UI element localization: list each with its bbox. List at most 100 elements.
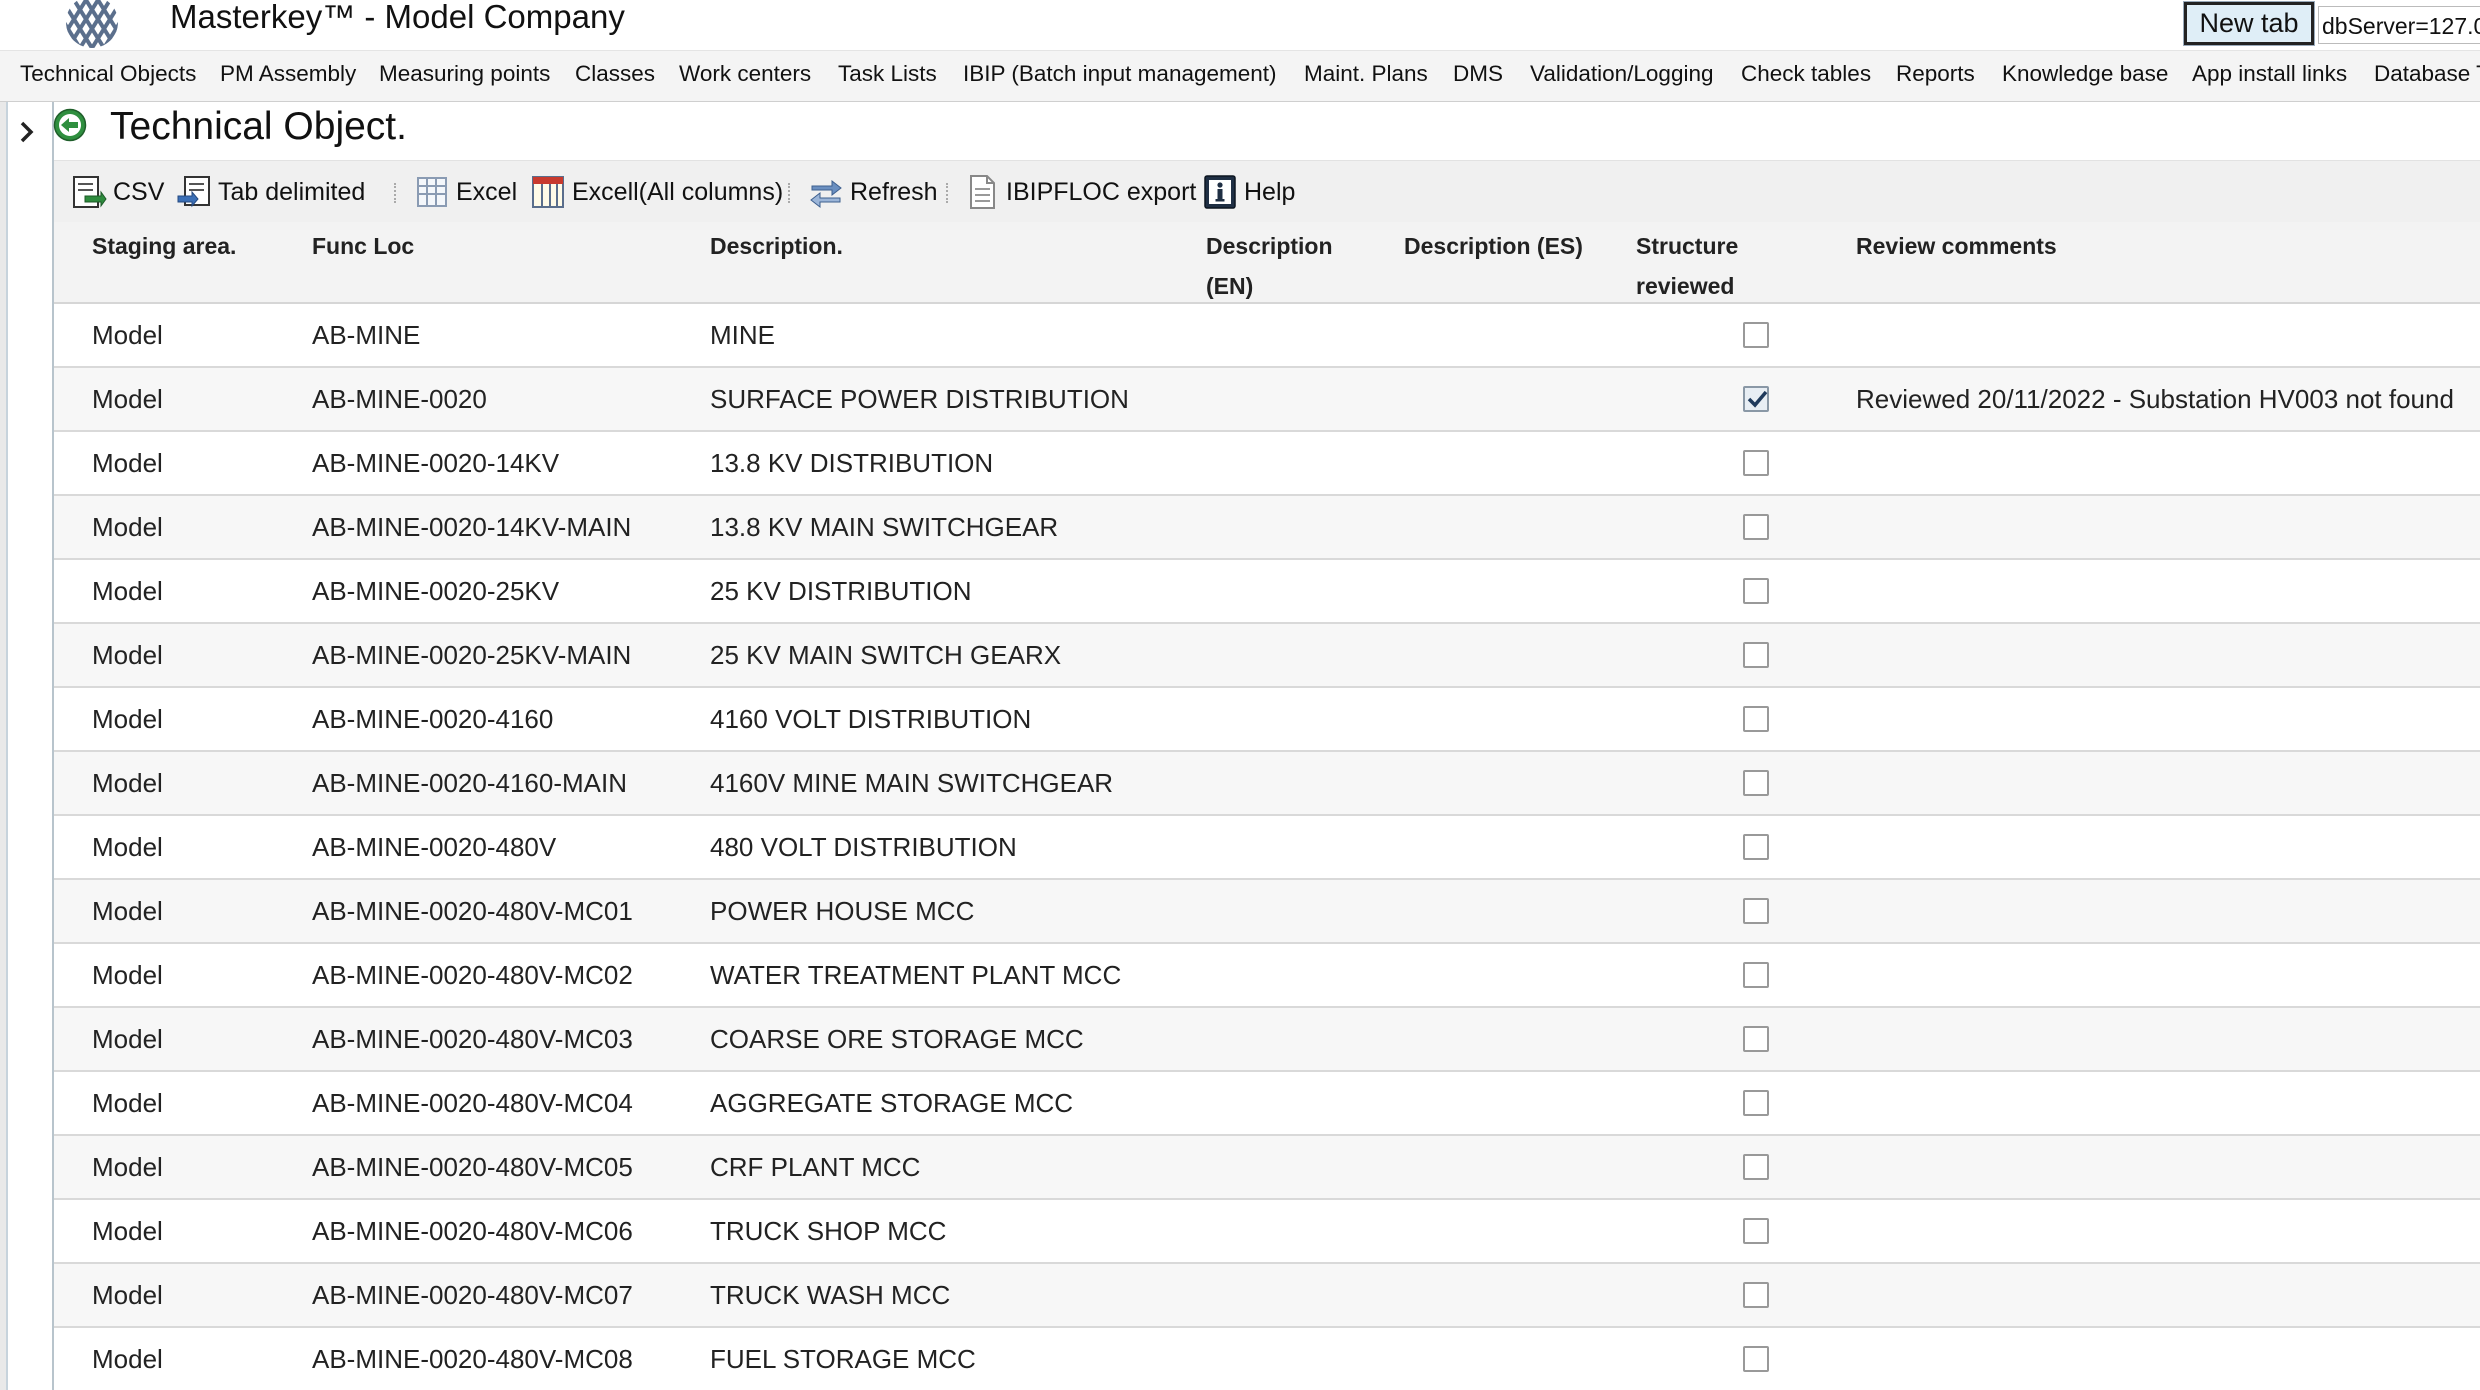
expand-sidebar-chevron-icon[interactable]	[12, 110, 42, 154]
cell-description: 25 KV DISTRIBUTION	[710, 576, 972, 606]
excel-export-button[interactable]: Excel	[414, 171, 517, 213]
menu-classes[interactable]: Classes	[575, 51, 655, 101]
cell-description: TRUCK WASH MCC	[710, 1280, 951, 1310]
table-row[interactable]: Model AB-MINE-0020-480V-MC05 CRF PLANT MCC	[54, 1136, 2480, 1200]
page-title: Technical Object.	[110, 105, 407, 148]
structure-reviewed-checkbox[interactable]	[1743, 1282, 1769, 1308]
menu-measuring-points[interactable]: Measuring points	[379, 51, 550, 101]
table-row[interactable]: Model AB-MINE-0020-480V-MC03 COARSE ORE ST…	[54, 1008, 2480, 1072]
structure-reviewed-checkbox[interactable]	[1743, 386, 1769, 412]
cell-func-loc: AB-MINE-0020-480V-MC04	[312, 1088, 633, 1118]
col-header-description-en[interactable]: Description (EN)	[1206, 226, 1333, 306]
table-row[interactable]: Model AB-MINE-0020-14KV 13.8 KV DISTRIBUTI…	[54, 432, 2480, 496]
col-header-func-loc[interactable]: Func Loc	[312, 226, 414, 266]
menu-reports[interactable]: Reports	[1896, 51, 1975, 101]
menu-dms[interactable]: DMS	[1453, 51, 1503, 101]
cell-staging-area: Model	[92, 448, 163, 478]
cell-description: 4160V MINE MAIN SWITCHGEAR	[710, 768, 1114, 798]
structure-reviewed-checkbox[interactable]	[1743, 322, 1769, 348]
table-row[interactable]: Model AB-MINE-0020-480V 480 VOLT DISTRIBUT…	[54, 816, 2480, 880]
menu-knowledge-base[interactable]: Knowledge base	[2002, 51, 2168, 101]
structure-reviewed-checkbox[interactable]	[1743, 1090, 1769, 1116]
menu-database[interactable]: Database T	[2374, 51, 2480, 101]
cell-staging-area: Model	[92, 320, 163, 350]
structure-reviewed-checkbox[interactable]	[1743, 1218, 1769, 1244]
col-header-staging-area[interactable]: Staging area.	[92, 226, 236, 266]
menu-maint-plans[interactable]: Maint. Plans	[1304, 51, 1428, 101]
table-body: Model AB-MINE MINE Model AB-MINE-0020 SURFACE…	[54, 304, 2480, 1390]
structure-reviewed-checkbox[interactable]	[1743, 962, 1769, 988]
menu-pm-assembly[interactable]: PM Assembly	[220, 51, 356, 101]
structure-reviewed-checkbox[interactable]	[1743, 514, 1769, 540]
structure-reviewed-checkbox[interactable]	[1743, 642, 1769, 668]
table-row[interactable]: Model AB-MINE-0020-480V-MC08 FUEL STORAGE …	[54, 1328, 2480, 1390]
cell-func-loc: AB-MINE-0020-14KV-MAIN	[312, 512, 632, 542]
menu-validation-logging[interactable]: Validation/Logging	[1530, 51, 1713, 101]
table-row[interactable]: Model AB-MINE-0020-14KV-MAIN 13.8 KV MAIN …	[54, 496, 2480, 560]
structure-reviewed-checkbox[interactable]	[1743, 898, 1769, 924]
cell-staging-area: Model	[92, 640, 163, 670]
table-row[interactable]: Model AB-MINE-0020-4160 4160 VOLT DISTRIBU…	[54, 688, 2480, 752]
cell-func-loc: AB-MINE	[312, 320, 421, 350]
ibipfloc-export-button[interactable]: IBIPFLOC export	[964, 171, 1196, 213]
excel-all-columns-button[interactable]: Excell(All columns)	[530, 171, 783, 213]
checkmark-icon	[1747, 390, 1768, 408]
structure-reviewed-checkbox[interactable]	[1743, 706, 1769, 732]
toolbar-separator	[788, 183, 790, 203]
cell-description: 25 KV MAIN SWITCH GEARX	[710, 640, 1062, 670]
tab-delimited-export-button[interactable]: Tab delimited	[176, 171, 365, 213]
col-header-structure-reviewed-line1: Structure	[1636, 233, 1739, 259]
structure-reviewed-checkbox[interactable]	[1743, 1154, 1769, 1180]
cell-description: 13.8 KV DISTRIBUTION	[710, 448, 994, 478]
refresh-label: Refresh	[850, 177, 938, 206]
menu-technical-objects[interactable]: Technical Objects	[20, 51, 196, 101]
menu-check-tables[interactable]: Check tables	[1741, 51, 1871, 101]
table-row[interactable]: Model AB-MINE-0020 SURFACE POWER DISTRIBUT…	[54, 368, 2480, 432]
cell-func-loc: AB-MINE-0020-480V-MC05	[312, 1152, 633, 1182]
col-header-description-es[interactable]: Description (ES)	[1404, 226, 1583, 266]
db-server-field[interactable]: dbServer=127.0.	[2318, 6, 2480, 44]
main-menu-bar: Technical Objects PM Assembly Measuring …	[0, 50, 2480, 102]
cell-func-loc: AB-MINE-0020-480V-MC03	[312, 1024, 633, 1054]
menu-app-install-links[interactable]: App install links	[2192, 51, 2347, 101]
structure-reviewed-checkbox[interactable]	[1743, 578, 1769, 604]
help-label: Help	[1244, 177, 1296, 206]
back-arrow-icon[interactable]	[53, 108, 87, 142]
cell-description: MINE	[710, 320, 775, 350]
table-row[interactable]: Model AB-MINE-0020-25KV 25 KV DISTRIBUTION	[54, 560, 2480, 624]
cell-description: FUEL STORAGE MCC	[710, 1344, 976, 1374]
structure-reviewed-checkbox[interactable]	[1743, 834, 1769, 860]
col-header-review-comments[interactable]: Review comments	[1856, 226, 2057, 266]
cell-description: POWER HOUSE MCC	[710, 896, 975, 926]
table-row[interactable]: Model AB-MINE-0020-480V-MC01 POWER HOUSE M…	[54, 880, 2480, 944]
structure-reviewed-checkbox[interactable]	[1743, 1026, 1769, 1052]
refresh-button[interactable]: Refresh	[808, 171, 938, 213]
structure-reviewed-checkbox[interactable]	[1743, 450, 1769, 476]
col-header-description[interactable]: Description.	[710, 226, 843, 266]
table-row[interactable]: Model AB-MINE-0020-480V-MC04 AGGREGATE STO…	[54, 1072, 2480, 1136]
app-title: Masterkey™ - Model Company	[170, 0, 625, 35]
cell-description: COARSE ORE STORAGE MCC	[710, 1024, 1084, 1054]
structure-reviewed-checkbox[interactable]	[1743, 770, 1769, 796]
cell-func-loc: AB-MINE-0020-4160-MAIN	[312, 768, 627, 798]
table-row[interactable]: Model AB-MINE-0020-4160-MAIN 4160V MINE MA…	[54, 752, 2480, 816]
cell-description: WATER TREATMENT PLANT MCC	[710, 960, 1122, 990]
table-row[interactable]: Model AB-MINE-0020-25KV-MAIN 25 KV MAIN SW…	[54, 624, 2480, 688]
structure-reviewed-checkbox[interactable]	[1743, 1346, 1769, 1372]
menu-task-lists[interactable]: Task Lists	[838, 51, 937, 101]
help-button[interactable]: Help	[1202, 171, 1295, 213]
cell-description: 13.8 KV MAIN SWITCHGEAR	[710, 512, 1059, 542]
cell-staging-area: Model	[92, 1152, 163, 1182]
refresh-icon	[810, 179, 842, 209]
table-row[interactable]: Model AB-MINE-0020-480V-MC02 WATER TREATME…	[54, 944, 2480, 1008]
menu-ibip[interactable]: IBIP (Batch input management)	[963, 51, 1277, 101]
menu-work-centers[interactable]: Work centers	[679, 51, 811, 101]
new-tab-button[interactable]: New tab	[2183, 1, 2315, 46]
cell-staging-area: Model	[92, 1216, 163, 1246]
table-row[interactable]: Model AB-MINE MINE	[54, 304, 2480, 368]
table-row[interactable]: Model AB-MINE-0020-480V-MC06 TRUCK SHOP MC…	[54, 1200, 2480, 1264]
csv-export-button[interactable]: CSV	[71, 171, 164, 213]
table-row[interactable]: Model AB-MINE-0020-480V-MC07 TRUCK WASH MC…	[54, 1264, 2480, 1328]
cell-func-loc: AB-MINE-0020-14KV	[312, 448, 560, 478]
col-header-structure-reviewed[interactable]: Structure reviewed	[1636, 226, 1738, 306]
